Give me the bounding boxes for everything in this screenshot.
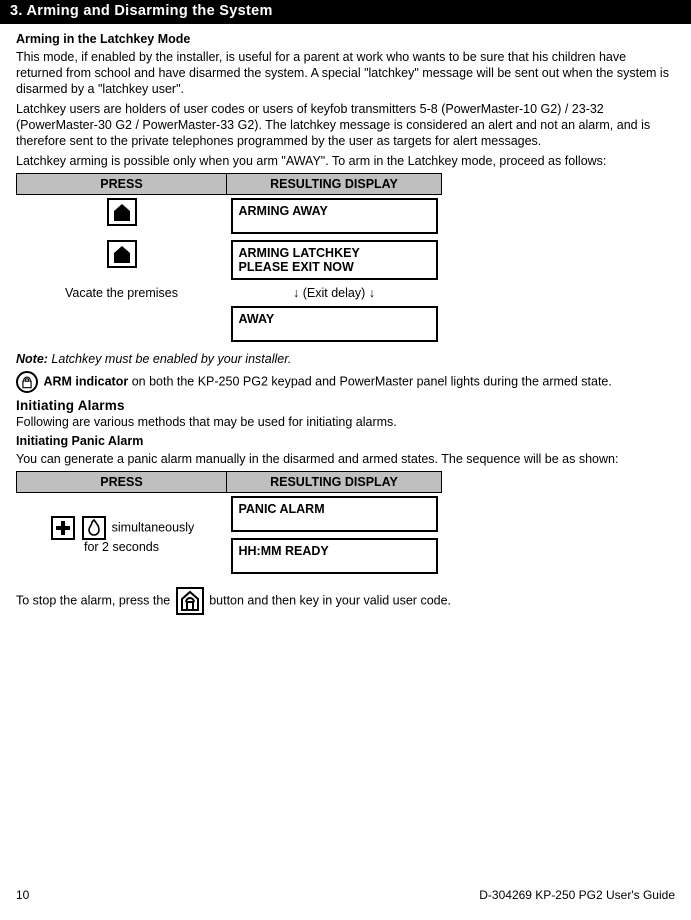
latchkey-p1: This mode, if enabled by the installer, … [16,49,675,97]
disarm-button-icon [176,587,204,615]
stop-b: button and then key in your valid user c… [209,593,451,607]
panic-table: PRESS RESULTING DISPLAY simultaneously f… [16,471,442,577]
display-away: AWAY [231,306,438,342]
latchkey-p3: Latchkey arming is possible only when yo… [16,153,675,169]
latchkey-p2: Latchkey users are holders of user codes… [16,101,675,149]
stop-alarm-row: To stop the alarm, press the button and … [16,587,675,615]
th-display: RESULTING DISPLAY [227,174,442,195]
latchkey-table: PRESS RESULTING DISPLAY ARMING AWAY [16,173,442,345]
page-number: 10 [16,888,29,902]
exit-delay-row: ↓ (Exit delay) ↓ [227,283,442,303]
press-duration: for 2 seconds [84,540,159,554]
panic-intro: You can generate a panic alarm manually … [16,451,675,467]
initiating-alarms-heading: Initiating Alarms [16,398,675,413]
doc-title: D-304269 KP-250 PG2 User's Guide [479,888,675,902]
display-ready: HH:MM READY [231,538,438,574]
display-arming-latchkey: ARMING LATCHKEY PLEASE EXIT NOW [231,240,438,280]
section-header: 3. Arming and Disarming the System [0,0,691,24]
display-arming-away: ARMING AWAY [231,198,438,234]
vacate-press: Vacate the premises [17,283,227,303]
away-button-icon [107,240,137,268]
arm-indicator-row: ARM indicator on both the KP-250 PG2 key… [16,371,675,393]
fire-button-icon [82,516,106,540]
th-press: PRESS [17,472,227,493]
emergency-button-icon [51,516,75,540]
stop-a: To stop the alarm, press the [16,593,174,607]
latchkey-heading: Arming in the Latchkey Mode [16,32,675,46]
note-text: Latchkey must be enabled by your install… [48,352,291,366]
latchkey-note: Note: Latchkey must be enabled by your i… [16,351,675,367]
arm-led-icon [16,371,38,393]
alarms-intro: Following are various methods that may b… [16,414,675,430]
away-button-icon [107,198,137,226]
display-panic: PANIC ALARM [231,496,438,532]
page-footer: 10 D-304269 KP-250 PG2 User's Guide [16,888,675,902]
page-content: Arming in the Latchkey Mode This mode, i… [0,24,691,615]
panic-heading: Initiating Panic Alarm [16,434,675,448]
press-simul: simultaneously [108,520,194,534]
disp-line2: PLEASE EXIT NOW [239,260,354,274]
note-label: Note: [16,352,48,366]
arm-indicator-bold: ARM indicator [43,374,128,388]
th-display: RESULTING DISPLAY [227,472,442,493]
th-press: PRESS [17,174,227,195]
arm-indicator-text: on both the KP-250 PG2 keypad and PowerM… [128,374,612,388]
disp-line1: ARMING LATCHKEY [239,246,360,260]
